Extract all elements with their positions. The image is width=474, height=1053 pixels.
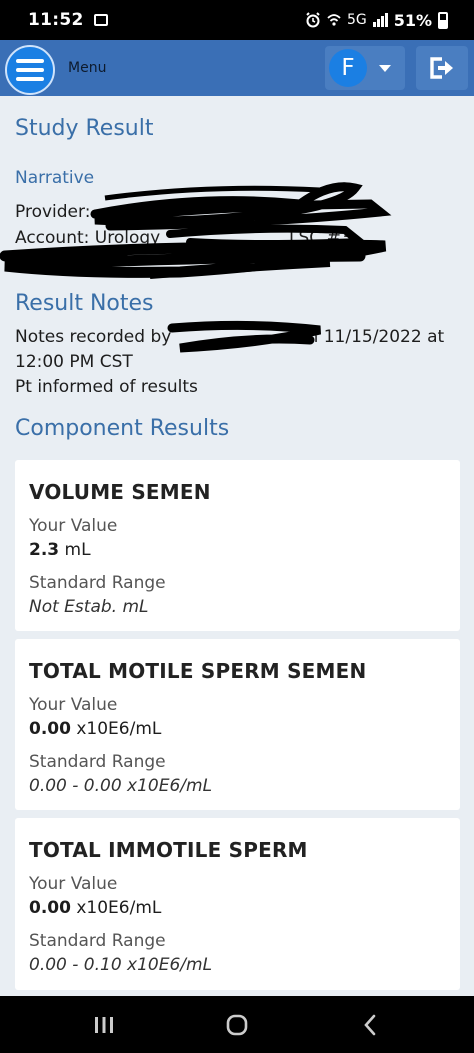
system-nav-bar	[0, 996, 474, 1053]
battery-percent: 51%	[393, 10, 432, 30]
your-value: 2.3 mL	[29, 540, 91, 560]
gallery-icon	[93, 14, 108, 26]
standard-range-label: Standard Range	[29, 573, 166, 593]
your-value-label: Your Value	[29, 516, 118, 536]
status-bar: 11:52 5G 51%	[0, 0, 474, 40]
component-results-title: Component Results	[15, 416, 230, 441]
redaction-scribble	[167, 320, 322, 353]
home-button[interactable]	[207, 996, 267, 1053]
main-content: Study Result Narrative Provider: Account…	[0, 96, 474, 996]
alarm-icon	[306, 12, 320, 28]
signal-icon	[372, 13, 388, 27]
standard-range-label: Standard Range	[29, 931, 166, 951]
back-button[interactable]	[340, 996, 400, 1053]
status-time: 11:52	[28, 10, 84, 30]
standard-range-value: 0.00 - 0.10 x10E6/mL	[29, 955, 213, 975]
component-name: TOTAL MOTILE SPERM SEMEN	[29, 659, 367, 683]
battery-icon	[438, 11, 448, 29]
account-switcher-button[interactable]: F	[325, 46, 405, 90]
notes-line-2: 12:00 PM CST	[15, 352, 133, 372]
standard-range-value: Not Estab. mL	[29, 597, 149, 617]
user-avatar: F	[329, 49, 367, 87]
network-type: 5G	[346, 12, 367, 28]
home-icon	[226, 1014, 248, 1035]
standard-range-label: Standard Range	[29, 752, 166, 772]
hamburger-icon	[16, 59, 44, 63]
back-icon	[364, 1014, 376, 1035]
chevron-down-icon	[379, 64, 391, 72]
component-card: TOTAL MOTILE SPERM SEMEN Your Value 0.00…	[15, 639, 460, 810]
top-app-bar: Menu F	[0, 40, 474, 96]
menu-button[interactable]	[5, 45, 55, 95]
status-icons: 5G 51%	[305, 11, 448, 30]
your-value-label: Your Value	[29, 874, 118, 894]
informed-line: Pt informed of results	[15, 377, 198, 397]
component-card: TOTAL IMMOTILE SPERM Your Value 0.00 x10…	[15, 818, 460, 990]
standard-range-value: 0.00 - 0.00 x10E6/mL	[29, 776, 213, 796]
your-value-label: Your Value	[29, 695, 118, 715]
wifi-icon	[327, 14, 341, 26]
menu-label: Menu	[68, 60, 107, 76]
component-card: VOLUME SEMEN Your Value 2.3 mL Standard …	[15, 460, 460, 631]
recents-icon	[95, 1016, 113, 1033]
logout-icon	[430, 57, 453, 79]
your-value: 0.00 x10E6/mL	[29, 898, 162, 918]
component-name: TOTAL IMMOTILE SPERM	[29, 838, 308, 862]
your-value: 0.00 x10E6/mL	[29, 719, 162, 739]
recents-button[interactable]	[74, 996, 134, 1053]
logout-button[interactable]	[416, 46, 468, 90]
component-name: VOLUME SEMEN	[29, 480, 211, 504]
